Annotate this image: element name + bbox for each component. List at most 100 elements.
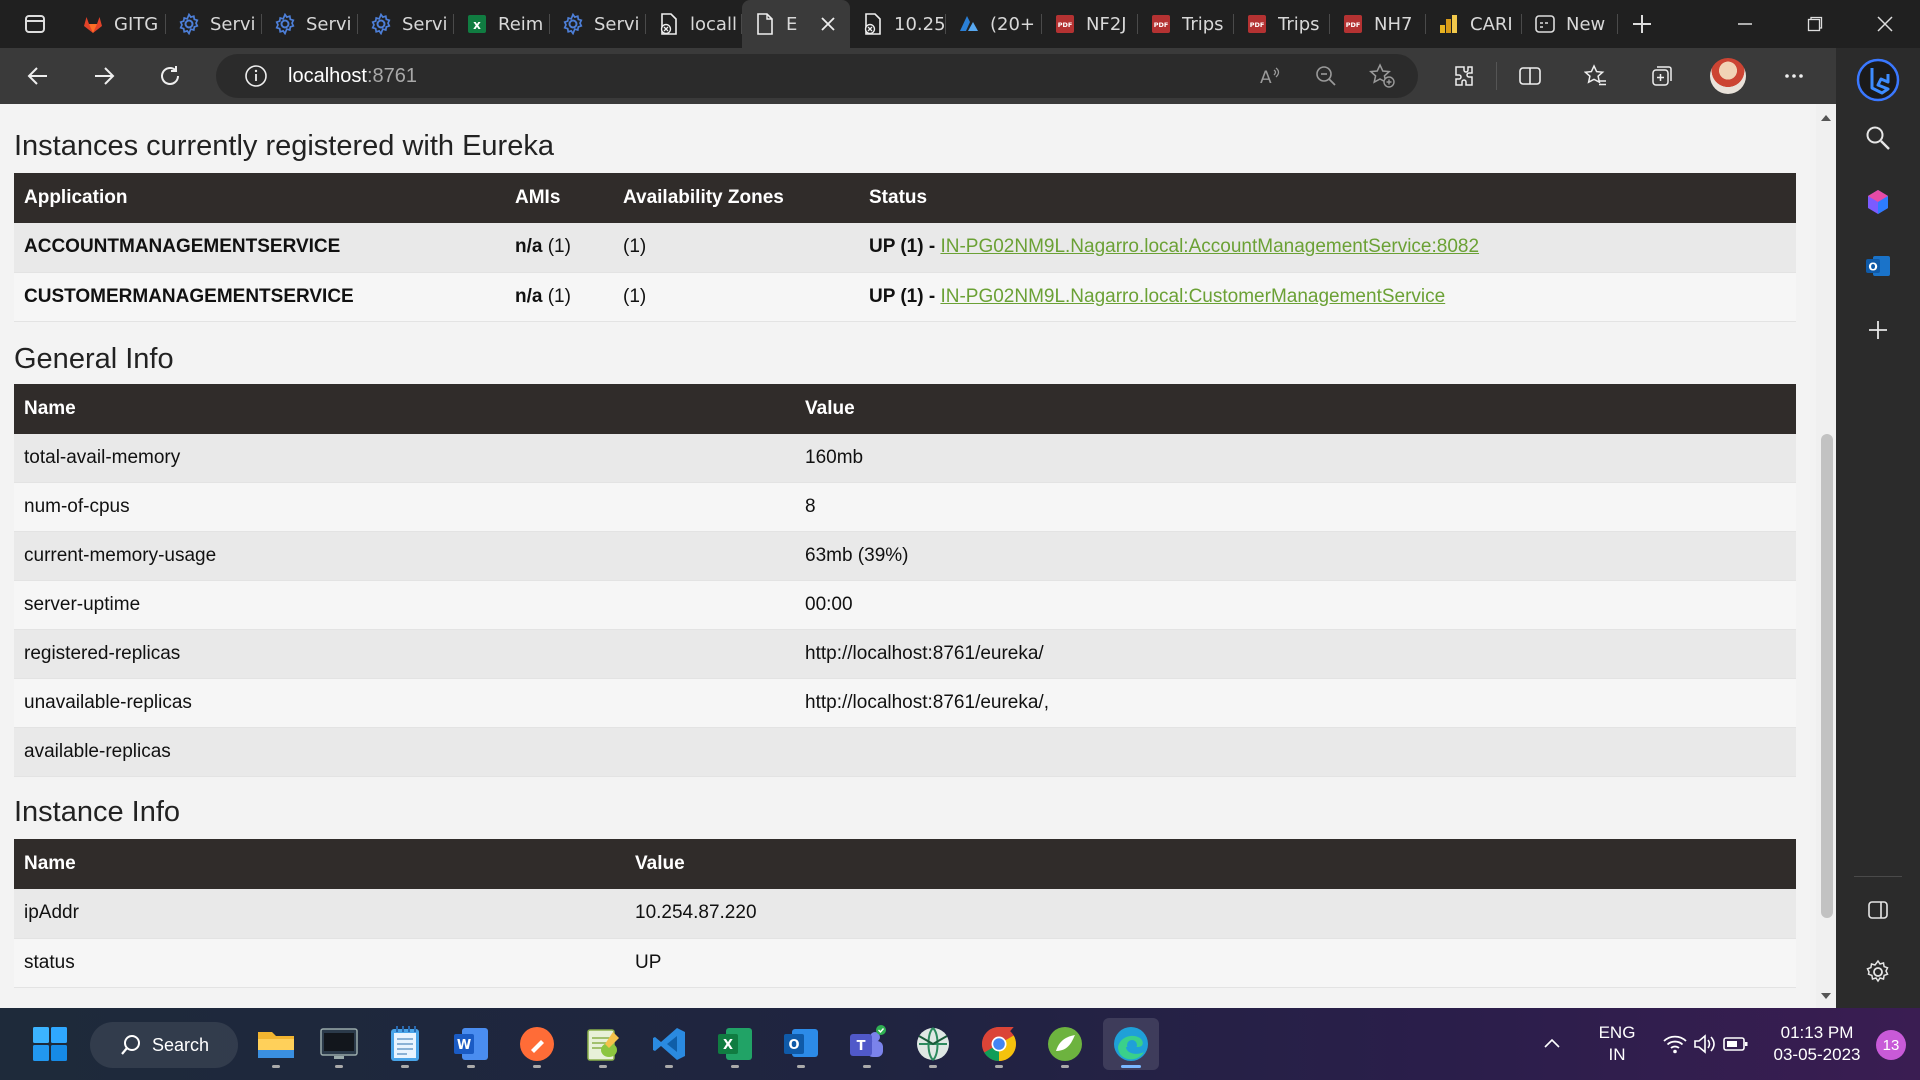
outlook-icon[interactable]: O bbox=[1836, 234, 1920, 298]
hide-sidebar-icon[interactable] bbox=[1836, 878, 1920, 942]
network-tool-icon[interactable] bbox=[905, 1018, 961, 1070]
info-value: UP bbox=[625, 938, 1796, 988]
read-aloud-icon[interactable]: A bbox=[1248, 54, 1292, 98]
instance-info-body: ipAddr 10.254.87.220 status UP bbox=[14, 889, 1796, 988]
svg-text:T: T bbox=[857, 1039, 866, 1054]
tab-label: NH7 bbox=[1374, 13, 1413, 35]
edge-taskbar-icon[interactable] bbox=[1103, 1018, 1159, 1070]
tab-label: (20+ bbox=[990, 13, 1036, 35]
tab-15[interactable]: New bbox=[1522, 0, 1618, 48]
url-text[interactable]: localhost:8761 bbox=[288, 65, 417, 88]
col-name: Name bbox=[14, 839, 625, 889]
tab-7[interactable]: E bbox=[742, 0, 850, 48]
split-screen-icon[interactable] bbox=[1497, 48, 1563, 104]
tab-6[interactable]: locall bbox=[646, 0, 742, 48]
status-text: UP (1) - bbox=[869, 236, 941, 258]
info-name: unavailable-replicas bbox=[14, 678, 795, 728]
tab-1[interactable]: Servi bbox=[166, 0, 262, 48]
tab-2[interactable]: Servi bbox=[262, 0, 358, 48]
new-tab-button[interactable] bbox=[1618, 0, 1666, 48]
zoom-out-icon[interactable] bbox=[1304, 54, 1348, 98]
teams-icon[interactable]: T bbox=[839, 1018, 895, 1070]
instance-link[interactable]: IN-PG02NM9L.Nagarro.local:CustomerManage… bbox=[940, 286, 1445, 307]
add-sidebar-app-icon[interactable] bbox=[1836, 298, 1920, 362]
scroll-down-arrow-icon[interactable] bbox=[1820, 990, 1832, 1002]
close-tab-icon[interactable] bbox=[816, 12, 840, 36]
minimize-icon[interactable] bbox=[1710, 0, 1780, 48]
mysql-workbench-icon[interactable] bbox=[311, 1018, 367, 1070]
scroll-thumb[interactable] bbox=[1821, 434, 1833, 918]
tab-3[interactable]: Servi bbox=[358, 0, 454, 48]
close-window-icon[interactable] bbox=[1850, 0, 1920, 48]
extensions-icon[interactable] bbox=[1430, 48, 1496, 104]
volume-icon[interactable] bbox=[1692, 1032, 1718, 1056]
site-info-icon[interactable] bbox=[236, 64, 276, 88]
outlook-taskbar-icon[interactable]: O bbox=[773, 1018, 829, 1070]
azure-icon bbox=[958, 13, 980, 35]
clock[interactable]: 01:13 PM 03-05-2023 bbox=[1762, 1022, 1872, 1066]
newtab-icon bbox=[1534, 13, 1556, 35]
bing-copilot-icon[interactable] bbox=[1836, 48, 1920, 112]
forward-button[interactable] bbox=[76, 48, 132, 104]
info-value: 8 bbox=[795, 482, 1796, 532]
notification-badge[interactable]: 13 bbox=[1876, 1030, 1906, 1060]
word-icon[interactable]: W bbox=[443, 1018, 499, 1070]
show-hidden-icons-icon[interactable] bbox=[1540, 1032, 1564, 1056]
back-button[interactable] bbox=[10, 48, 66, 104]
info-value: http://localhost:8761/eureka/ bbox=[795, 629, 1796, 679]
tab-14[interactable]: CARI bbox=[1426, 0, 1522, 48]
settings-more-icon[interactable] bbox=[1761, 48, 1827, 104]
taskbar-search[interactable]: Search bbox=[90, 1022, 238, 1068]
favorites-icon[interactable] bbox=[1563, 48, 1629, 104]
input-language[interactable]: ENG IN bbox=[1592, 1022, 1642, 1066]
table-row: current-memory-usage 63mb (39%) bbox=[14, 531, 1796, 581]
address-bar[interactable]: localhost:8761 A bbox=[216, 54, 1418, 98]
col-amis: AMIs bbox=[505, 173, 613, 223]
copilot-icon[interactable] bbox=[1836, 170, 1920, 234]
notepad-plus-plus-icon[interactable] bbox=[575, 1018, 631, 1070]
instance-link[interactable]: IN-PG02NM9L.Nagarro.local:AccountManagem… bbox=[940, 236, 1479, 257]
gear-icon bbox=[178, 13, 200, 35]
sidebar-settings-gear-icon[interactable] bbox=[1836, 940, 1920, 1004]
table-row: ipAddr 10.254.87.220 bbox=[14, 889, 1796, 939]
refresh-button[interactable] bbox=[142, 48, 198, 104]
scroll-up-arrow-icon[interactable] bbox=[1820, 112, 1832, 124]
collections-icon[interactable] bbox=[1629, 48, 1695, 104]
instances-header-row: Application AMIs Availability Zones Stat… bbox=[14, 173, 1796, 223]
instance-info-table: Name Value ipAddr 10.254.87.220 status UP bbox=[14, 839, 1796, 988]
instance-info-title: Instance Info bbox=[14, 796, 181, 828]
status-text: UP (1) - bbox=[869, 285, 941, 307]
tab-10[interactable]: PDF NF2J bbox=[1042, 0, 1138, 48]
workspaces-icon[interactable] bbox=[0, 0, 70, 48]
tab-strip: GITG Servi Servi Servi x Reim Servi locall E 10.2… bbox=[0, 0, 1920, 48]
tab-8[interactable]: 10.25 bbox=[850, 0, 946, 48]
search-icon[interactable] bbox=[1836, 106, 1920, 170]
restore-icon[interactable] bbox=[1780, 0, 1850, 48]
tab-13[interactable]: PDF NH7 bbox=[1330, 0, 1426, 48]
gitlab-icon bbox=[82, 13, 104, 35]
page-scrollbar[interactable] bbox=[1816, 104, 1836, 1008]
excel-icon[interactable]: X bbox=[707, 1018, 763, 1070]
table-row: CUSTOMERMANAGEMENTSERVICE n/a (1) (1) UP (1… bbox=[14, 272, 1796, 322]
add-favorite-icon[interactable] bbox=[1360, 54, 1404, 98]
wifi-icon[interactable] bbox=[1662, 1032, 1688, 1056]
start-button[interactable] bbox=[22, 1018, 78, 1070]
file-explorer-icon[interactable] bbox=[248, 1018, 304, 1070]
profile-avatar[interactable] bbox=[1695, 48, 1761, 104]
tab-4[interactable]: x Reim bbox=[454, 0, 550, 48]
postman-icon[interactable] bbox=[509, 1018, 565, 1070]
tab-0[interactable]: GITG bbox=[70, 0, 166, 48]
tab-5[interactable]: Servi bbox=[550, 0, 646, 48]
info-value: 00:00 bbox=[795, 580, 1796, 630]
svg-text:PDF: PDF bbox=[1058, 21, 1073, 29]
tab-12[interactable]: PDF Trips bbox=[1234, 0, 1330, 48]
tab-9[interactable]: (20+ bbox=[946, 0, 1042, 48]
col-status: Status bbox=[859, 173, 1796, 223]
battery-icon[interactable] bbox=[1722, 1032, 1750, 1056]
chrome-icon[interactable] bbox=[971, 1018, 1027, 1070]
sidebar-separator bbox=[1854, 876, 1902, 877]
tab-11[interactable]: PDF Trips bbox=[1138, 0, 1234, 48]
spring-tools-icon[interactable] bbox=[1037, 1018, 1093, 1070]
notepad-icon[interactable] bbox=[377, 1018, 433, 1070]
vscode-icon[interactable] bbox=[641, 1018, 697, 1070]
